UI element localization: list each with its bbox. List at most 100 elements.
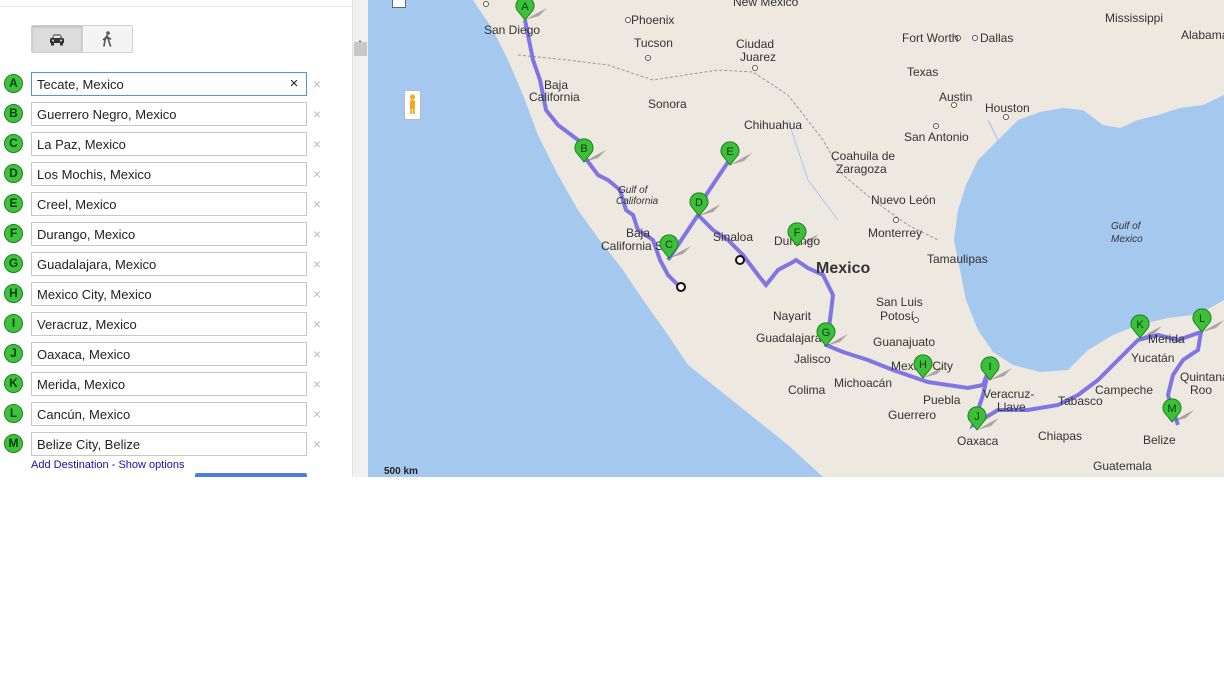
label-houston: Houston: [985, 101, 1030, 115]
destination-input[interactable]: [31, 102, 307, 126]
destination-input[interactable]: [31, 162, 307, 186]
label-mexico-country: Mexico: [816, 260, 870, 277]
label-guadalajara: Guadalajara: [756, 331, 822, 345]
destination-input[interactable]: [31, 72, 307, 96]
label-sinaloa: Sinaloa: [713, 230, 753, 244]
label-quintana-1: Quintana: [1180, 370, 1224, 384]
marker-e-icon: E: [4, 194, 23, 213]
map-scale: 500 km: [384, 466, 418, 477]
panel-scrollbar[interactable]: [352, 0, 368, 477]
waypoint-icon[interactable]: [735, 255, 745, 265]
label-new-mexico: New Mexico: [733, 0, 799, 9]
svg-text:F: F: [794, 227, 801, 239]
label-nuevo-leon: Nuevo León: [871, 193, 936, 207]
destination-input[interactable]: [31, 402, 307, 426]
destination-row: G ×: [0, 252, 352, 276]
marker-f-icon: F: [4, 224, 23, 243]
label-mississippi: Mississippi: [1105, 11, 1163, 25]
marker-g-icon: G: [4, 254, 23, 273]
label-san-diego: San Diego: [484, 23, 540, 37]
map-canvas: San Diego Phoenix New Mexico Mississippi…: [368, 0, 1224, 477]
panel-divider: [0, 6, 352, 7]
svg-text:K: K: [1136, 319, 1144, 331]
label-puebla: Puebla: [923, 393, 961, 407]
marker-c-icon: C: [4, 134, 23, 153]
marker-a-icon: A: [4, 74, 23, 93]
destination-input[interactable]: [31, 132, 307, 156]
add-destination-link[interactable]: Add Destination: [31, 459, 109, 471]
remove-destination-icon[interactable]: ×: [311, 75, 323, 93]
remove-destination-icon[interactable]: ×: [311, 405, 323, 423]
label-dallas: Dallas: [980, 31, 1013, 45]
pegman-icon[interactable]: [404, 90, 421, 120]
remove-destination-icon[interactable]: ×: [311, 105, 323, 123]
add-destination-links: Add Destination - Show options: [31, 459, 185, 471]
svg-text:E: E: [726, 146, 733, 158]
scroll-thumb[interactable]: [354, 42, 367, 56]
destination-row: B ×: [0, 102, 352, 126]
destination-input[interactable]: [31, 342, 307, 366]
label-veracruz-2: Llave: [997, 400, 1026, 414]
remove-destination-icon[interactable]: ×: [311, 375, 323, 393]
label-gulf-california-2: California: [616, 196, 659, 207]
remove-destination-icon[interactable]: ×: [311, 285, 323, 303]
get-directions-button[interactable]: [195, 473, 307, 477]
remove-destination-icon[interactable]: ×: [311, 315, 323, 333]
label-coahuila-2: Zaragoza: [836, 162, 887, 176]
destination-input[interactable]: [31, 432, 307, 456]
remove-destination-icon[interactable]: ×: [311, 345, 323, 363]
label-oaxaca: Oaxaca: [957, 434, 999, 448]
svg-text:A: A: [521, 1, 529, 13]
waypoint-icon[interactable]: [676, 282, 686, 292]
remove-destination-icon[interactable]: ×: [311, 255, 323, 273]
clear-input-icon[interactable]: ×: [286, 75, 302, 93]
link-separator: -: [108, 459, 119, 471]
walking-mode-button[interactable]: [81, 26, 133, 52]
svg-text:J: J: [974, 411, 980, 423]
svg-text:C: C: [665, 239, 673, 251]
label-guerrero: Guerrero: [888, 408, 936, 422]
label-quintana-2: Roo: [1190, 383, 1212, 397]
destination-row: E ×: [0, 192, 352, 216]
label-colima: Colima: [788, 383, 826, 397]
label-juarez: Juarez: [740, 50, 776, 64]
destination-input[interactable]: [31, 372, 307, 396]
destination-row: M ×: [0, 432, 352, 456]
label-guanajuato: Guanajuato: [873, 335, 935, 349]
label-ciudad: Ciudad: [736, 37, 774, 51]
destination-input[interactable]: [31, 312, 307, 336]
destination-input[interactable]: [31, 252, 307, 276]
map-view[interactable]: San Diego Phoenix New Mexico Mississippi…: [368, 0, 1224, 477]
marker-j-icon: J: [4, 344, 23, 363]
show-options-link[interactable]: Show options: [118, 459, 184, 471]
destination-row: D ×: [0, 162, 352, 186]
travel-mode-toggle: [31, 25, 133, 53]
street-view-figure-icon: [409, 94, 416, 114]
driving-mode-button[interactable]: [32, 26, 82, 52]
walk-icon: [102, 31, 112, 47]
destination-input[interactable]: [31, 192, 307, 216]
svg-text:I: I: [988, 361, 991, 373]
remove-destination-icon[interactable]: ×: [311, 225, 323, 243]
destination-row: A × ×: [0, 72, 352, 96]
label-austin: Austin: [939, 90, 972, 104]
remove-destination-icon[interactable]: ×: [311, 195, 323, 213]
fullscreen-icon[interactable]: [392, 0, 406, 8]
remove-destination-icon[interactable]: ×: [311, 165, 323, 183]
label-phoenix: Phoenix: [631, 13, 674, 27]
label-gulf-mexico-2: Mexico: [1111, 234, 1143, 245]
destination-input[interactable]: [31, 282, 307, 306]
label-fort-worth: Fort Worth: [902, 31, 958, 45]
label-yucatan: Yucatán: [1131, 351, 1174, 365]
remove-destination-icon[interactable]: ×: [311, 135, 323, 153]
remove-destination-icon[interactable]: ×: [311, 435, 323, 453]
svg-text:D: D: [695, 197, 703, 209]
destination-row: C ×: [0, 132, 352, 156]
marker-d-icon: D: [4, 164, 23, 183]
label-coahuila-1: Coahuila de: [831, 149, 895, 163]
directions-panel: A × × B × C × D × E × F ×: [0, 0, 352, 477]
label-monterrey: Monterrey: [868, 226, 922, 240]
label-chihuahua: Chihuahua: [744, 118, 802, 132]
label-chiapas: Chiapas: [1038, 429, 1082, 443]
destination-input[interactable]: [31, 222, 307, 246]
